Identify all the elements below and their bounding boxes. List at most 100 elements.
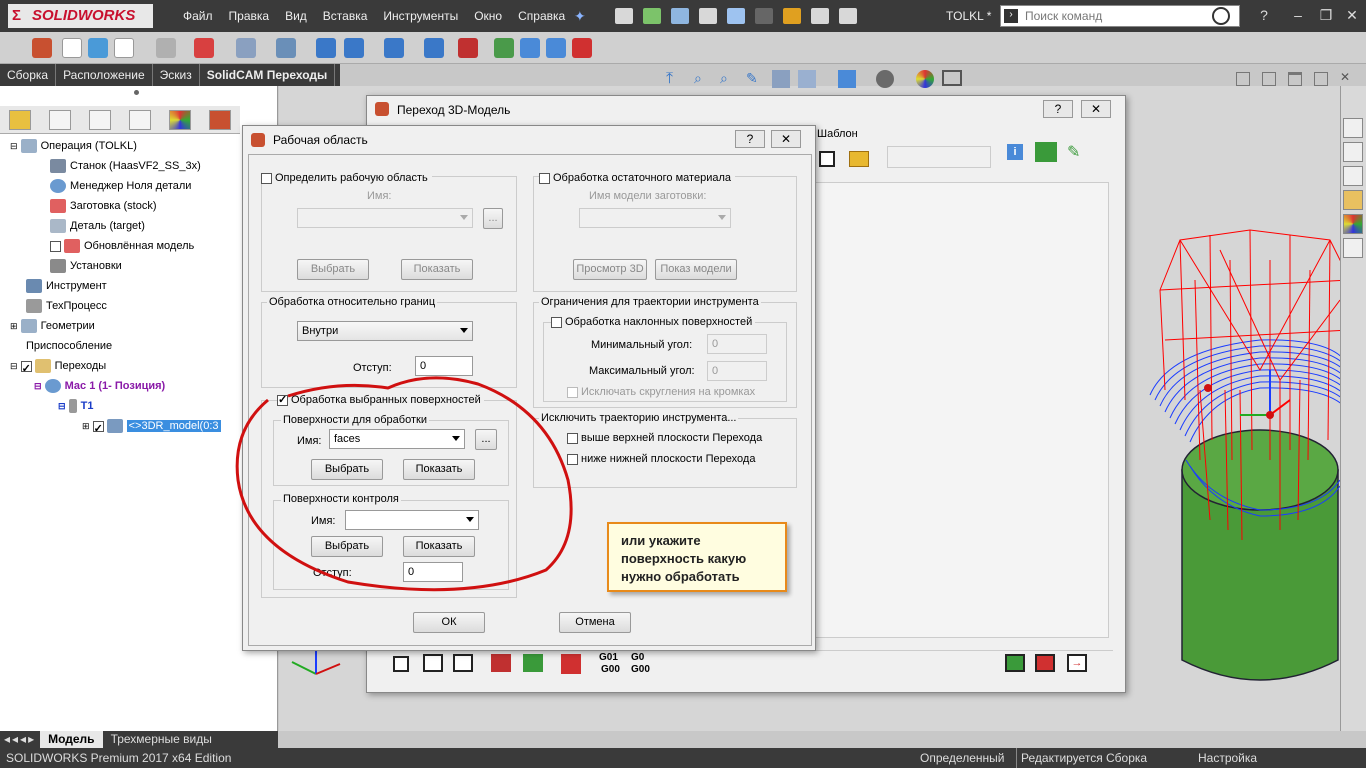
tree-item-fixture[interactable]: Приспособление: [0, 336, 278, 356]
menu-file[interactable]: Файл: [175, 0, 221, 32]
slope-surfaces-option[interactable]: Обработка наклонных поверхностей: [551, 316, 756, 328]
calc-exit-icon[interactable]: [1035, 654, 1055, 672]
file-explorer-icon[interactable]: [1343, 166, 1363, 186]
operations-checkbox[interactable]: [20, 359, 32, 379]
tree-item-stock[interactable]: Заготовка (stock): [0, 196, 278, 216]
section-view-icon[interactable]: [772, 70, 790, 88]
graphics-restore-icon[interactable]: [1314, 72, 1328, 86]
tree-item-machine[interactable]: Станок (HaasVF2_SS_3x): [0, 156, 278, 176]
operation-25d-icon[interactable]: [344, 38, 364, 58]
box-icon[interactable]: [276, 38, 296, 58]
open-part-icon[interactable]: [88, 38, 108, 58]
save-calc-icon[interactable]: [423, 654, 443, 672]
close-icon[interactable]: ✕: [1342, 6, 1362, 24]
propertymanager-tab-icon[interactable]: [49, 110, 71, 130]
panel-collapse-icon[interactable]: [1262, 72, 1276, 86]
g01-label-b[interactable]: G0: [631, 652, 644, 663]
exclude-fillets-option[interactable]: Исключать скругления на кромках: [567, 386, 755, 398]
slope-surfaces-checkbox[interactable]: [551, 316, 562, 328]
workarea-name-combo[interactable]: [297, 208, 473, 228]
max-angle-input[interactable]: 0: [707, 361, 767, 381]
panel-grip-icon[interactable]: [134, 90, 139, 95]
template-name-input[interactable]: [887, 146, 991, 168]
milling-icon[interactable]: [194, 38, 214, 58]
monitor-icon[interactable]: [942, 70, 962, 86]
gcode-icon[interactable]: [494, 38, 514, 58]
command-search-input[interactable]: Поиск команд: [1000, 5, 1240, 27]
boundary-mode-combo[interactable]: Внутри: [297, 321, 473, 341]
featuremanager-tab-icon[interactable]: [9, 110, 31, 130]
tab-sketch[interactable]: Эскиз: [153, 64, 200, 86]
operation-hsm-icon[interactable]: [424, 38, 444, 58]
new-part-icon[interactable]: [62, 38, 82, 58]
operation-2d-icon[interactable]: [316, 38, 336, 58]
save-op-icon[interactable]: [393, 656, 409, 672]
save-calc-all-icon[interactable]: [453, 654, 473, 672]
operation-3d-icon[interactable]: [384, 38, 404, 58]
graphics-close-icon[interactable]: ✕: [1340, 70, 1354, 84]
calculate-icon[interactable]: [1035, 142, 1057, 162]
previous-view-icon[interactable]: ✎: [746, 70, 764, 88]
pin-icon[interactable]: ✦: [574, 8, 588, 24]
exit-icon[interactable]: →: [1067, 654, 1087, 672]
view-orientation-cube-icon[interactable]: [838, 70, 856, 88]
configurationmanager-tab-icon[interactable]: [89, 110, 111, 130]
stock-model-combo[interactable]: [579, 208, 731, 228]
save-icon[interactable]: [671, 8, 689, 24]
rest-material-checkbox[interactable]: [539, 172, 550, 184]
tree-item-process[interactable]: ТехПроцесс: [0, 296, 278, 316]
rebuild-icon[interactable]: [783, 8, 801, 24]
open-icon[interactable]: [643, 8, 661, 24]
workarea-select-button[interactable]: Выбрать: [297, 259, 369, 280]
toolpath-icon[interactable]: [458, 38, 478, 58]
graphics-minimize-icon[interactable]: [1288, 72, 1302, 86]
menu-edit[interactable]: Правка: [221, 0, 278, 32]
shape-icon[interactable]: [156, 38, 176, 58]
zoom-area-icon[interactable]: ⌕: [720, 70, 738, 88]
preview-3d-button[interactable]: Просмотр 3D: [573, 259, 647, 280]
dynamic-annotation-icon[interactable]: [798, 70, 816, 88]
solidcam-icon[interactable]: [32, 38, 52, 58]
simulate-op-icon[interactable]: [491, 654, 511, 672]
new-document-icon[interactable]: [615, 8, 633, 24]
undo-icon[interactable]: [727, 8, 745, 24]
report-icon[interactable]: [546, 38, 566, 58]
print-icon[interactable]: [699, 8, 717, 24]
menu-help[interactable]: Справка: [510, 0, 573, 32]
minimize-icon[interactable]: –: [1288, 6, 1308, 24]
menu-view[interactable]: Вид: [277, 0, 315, 32]
cancel-button[interactable]: Отмена: [559, 612, 631, 633]
verify-op-icon[interactable]: [523, 654, 543, 672]
ok-button[interactable]: ОК: [413, 612, 485, 633]
menu-window[interactable]: Окно: [466, 0, 510, 32]
3d-model-checkbox[interactable]: [92, 419, 104, 439]
solidcam-manager-tab-icon[interactable]: [209, 110, 231, 130]
menu-insert[interactable]: Вставка: [315, 0, 376, 32]
restore-icon[interactable]: ❐: [1316, 6, 1336, 24]
tool-pointer-icon[interactable]: ✎: [1067, 142, 1089, 162]
zoom-to-fit-icon[interactable]: ⌕: [694, 70, 712, 88]
options-gear-icon[interactable]: [839, 8, 857, 24]
design-library-icon[interactable]: [1343, 142, 1363, 162]
tree-item-coordinate-manager[interactable]: Менеджер Ноля детали: [0, 176, 278, 196]
file-properties-icon[interactable]: [811, 8, 829, 24]
template-open-icon[interactable]: [849, 151, 869, 167]
tree-item-geometry[interactable]: ⊞ Геометрии: [0, 316, 278, 336]
tab-assembly[interactable]: Сборка: [0, 64, 57, 86]
tree-item-tool[interactable]: Инструмент: [0, 276, 278, 296]
g01-label-a[interactable]: G01: [599, 652, 618, 663]
g00-label-a[interactable]: G00: [601, 664, 620, 675]
tab-3d-views[interactable]: Трехмерные виды: [103, 731, 220, 748]
below-bottom-option[interactable]: ниже нижней плоскости Перехода: [567, 453, 755, 465]
custom-properties-icon[interactable]: [1343, 238, 1363, 258]
rest-material-option[interactable]: Обработка остаточного материала: [539, 172, 735, 184]
tree-item-target[interactable]: Деталь (target): [0, 216, 278, 236]
save-exit-icon[interactable]: [1005, 654, 1025, 672]
define-workarea-checkbox[interactable]: [261, 172, 272, 184]
tree-item-updated-model[interactable]: Обновлённая модель: [0, 236, 278, 256]
op-help-button[interactable]: ?: [1043, 100, 1073, 118]
turning-icon[interactable]: [236, 38, 256, 58]
tree-item-settings[interactable]: Установки: [0, 256, 278, 276]
search-icon[interactable]: [1212, 7, 1230, 25]
g00-label-b[interactable]: G00: [631, 664, 650, 675]
